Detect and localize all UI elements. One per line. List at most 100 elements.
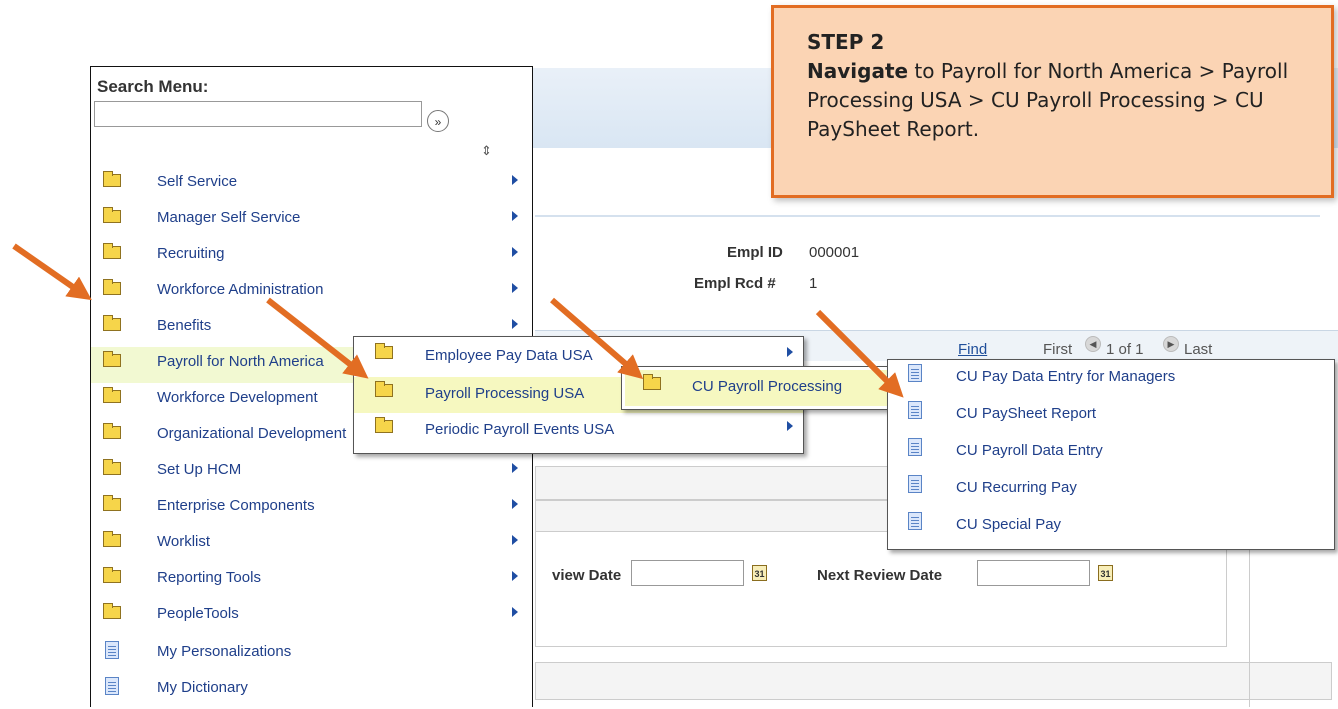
menu-item-worklist[interactable]: Worklist <box>91 527 532 563</box>
chevron-right-icon <box>512 211 518 221</box>
submenu-item-cu-pay-data-entry-for-managers[interactable]: CU Pay Data Entry for Managers <box>888 360 1334 396</box>
grid-last-label: Last <box>1184 341 1213 358</box>
grid-count: 1 of 1 <box>1106 341 1144 358</box>
menu-item-label: Organizational Development <box>157 425 347 442</box>
page-icon <box>908 438 922 456</box>
menu-item-label: Recruiting <box>157 245 225 262</box>
chevron-right-icon <box>787 421 793 431</box>
callout-bold-word: Navigate <box>807 59 909 83</box>
menu-item-label: Worklist <box>157 533 211 550</box>
section-header <box>535 662 1332 700</box>
folder-icon <box>375 381 393 397</box>
submenu-item-label: Payroll Processing USA <box>425 385 585 402</box>
calendar-icon[interactable]: 31 <box>752 565 767 581</box>
chevron-right-icon <box>512 607 518 617</box>
menu-item-label: Workforce Administration <box>157 281 324 298</box>
folder-icon <box>375 343 393 359</box>
menu-item-label: Payroll for North America <box>157 353 324 370</box>
folder-icon <box>103 171 121 187</box>
menu-item-workforce-administration[interactable]: Workforce Administration <box>91 275 532 311</box>
review-date-label: view Date <box>552 567 622 584</box>
search-go-button[interactable]: » <box>427 110 449 132</box>
submenu-item-label: CU Payroll Processing <box>692 378 843 395</box>
folder-icon <box>643 374 661 390</box>
menu-item-label: Reporting Tools <box>157 569 261 586</box>
menu-item-label: My Personalizations <box>157 643 292 660</box>
menu-item-label: Enterprise Components <box>157 497 315 514</box>
next-review-date-input[interactable] <box>977 560 1090 586</box>
page-icon <box>908 401 922 419</box>
menu-item-label: PeopleTools <box>157 605 239 622</box>
chevron-right-icon <box>512 463 518 473</box>
calendar-icon[interactable]: 31 <box>1098 565 1113 581</box>
previous-icon[interactable]: ◀ <box>1085 336 1101 352</box>
menu-item-manager-self-service[interactable]: Manager Self Service <box>91 203 532 239</box>
menu-item-label: Self Service <box>157 173 238 190</box>
cu-payroll-processing-submenu: CU Pay Data Entry for Managers CU PayShe… <box>887 359 1335 550</box>
review-date-input[interactable] <box>631 560 744 586</box>
chevron-right-icon <box>512 283 518 293</box>
next-icon[interactable]: ▶ <box>1163 336 1179 352</box>
menu-item-label: Manager Self Service <box>157 209 301 226</box>
empl-rcd-label: Empl Rcd # <box>694 275 776 292</box>
folder-icon <box>103 531 121 547</box>
submenu-item-periodic-payroll-events-usa[interactable]: Periodic Payroll Events USA <box>354 413 803 449</box>
menu-item-label: Benefits <box>157 317 212 334</box>
menu-item-peopletools[interactable]: PeopleTools <box>91 599 532 635</box>
menu-item-my-dictionary[interactable]: My Dictionary <box>91 673 532 709</box>
submenu-item-label: Periodic Payroll Events USA <box>425 421 615 438</box>
submenu-item-cu-payroll-processing[interactable]: CU Payroll Processing <box>625 370 898 406</box>
chevron-right-icon <box>512 535 518 545</box>
folder-icon <box>103 567 121 583</box>
payroll-processing-submenu: CU Payroll Processing <box>621 366 902 410</box>
submenu-item-label: CU Special Pay <box>956 516 1062 533</box>
folder-icon <box>103 423 121 439</box>
folder-icon <box>103 495 121 511</box>
menu-item-label: Workforce Development <box>157 389 318 406</box>
sort-icon[interactable]: ⇕ <box>481 143 492 159</box>
submenu-item-cu-special-pay[interactable]: CU Special Pay <box>888 508 1334 544</box>
folder-icon <box>103 207 121 223</box>
submenu-item-label: CU PaySheet Report <box>956 405 1097 422</box>
folder-icon <box>103 315 121 331</box>
menu-item-set-up-hcm[interactable]: Set Up HCM <box>91 455 532 491</box>
empl-id-value: 000001 <box>809 244 860 261</box>
page-icon <box>908 475 922 493</box>
folder-icon <box>103 459 121 475</box>
submenu-item-cu-recurring-pay[interactable]: CU Recurring Pay <box>888 471 1334 507</box>
page-icon <box>908 364 922 382</box>
chevron-right-icon <box>512 319 518 329</box>
callout-body: Navigate to Payroll for North America > … <box>807 57 1331 144</box>
chevron-right-icon <box>512 571 518 581</box>
menu-item-label: Set Up HCM <box>157 461 242 478</box>
menu-item-enterprise-components[interactable]: Enterprise Components <box>91 491 532 527</box>
search-input[interactable] <box>94 101 422 127</box>
submenu-item-label: CU Payroll Data Entry <box>956 442 1103 459</box>
chevron-right-icon <box>512 175 518 185</box>
folder-icon <box>103 387 121 403</box>
grid-find-link[interactable]: Find <box>958 341 987 358</box>
submenu-item-label: Employee Pay Data USA <box>425 347 593 364</box>
folder-icon <box>375 417 393 433</box>
menu-item-reporting-tools[interactable]: Reporting Tools <box>91 563 532 599</box>
submenu-item-cu-payroll-data-entry[interactable]: CU Payroll Data Entry <box>888 434 1334 470</box>
submenu-item-label: CU Recurring Pay <box>956 479 1077 496</box>
empl-rcd-value: 1 <box>809 275 818 292</box>
chevron-right-icon <box>512 499 518 509</box>
page-icon <box>105 641 119 659</box>
page-icon <box>908 512 922 530</box>
menu-item-recruiting[interactable]: Recruiting <box>91 239 532 275</box>
chevron-right-icon <box>512 247 518 257</box>
submenu-item-label: CU Pay Data Entry for Managers <box>956 368 1176 385</box>
folder-icon <box>103 243 121 259</box>
folder-icon <box>103 351 121 367</box>
menu-item-self-service[interactable]: Self Service <box>91 167 532 203</box>
menu-item-my-personalizations[interactable]: My Personalizations <box>91 637 532 673</box>
menu-item-label: My Dictionary <box>157 679 248 696</box>
grid-first-label: First <box>1043 341 1073 358</box>
instruction-callout: STEP 2 Navigate to Payroll for North Ame… <box>771 5 1334 198</box>
chevron-right-icon <box>787 347 793 357</box>
submenu-item-cu-paysheet-report[interactable]: CU PaySheet Report <box>888 397 1334 433</box>
divider <box>535 215 1320 217</box>
folder-icon <box>103 603 121 619</box>
